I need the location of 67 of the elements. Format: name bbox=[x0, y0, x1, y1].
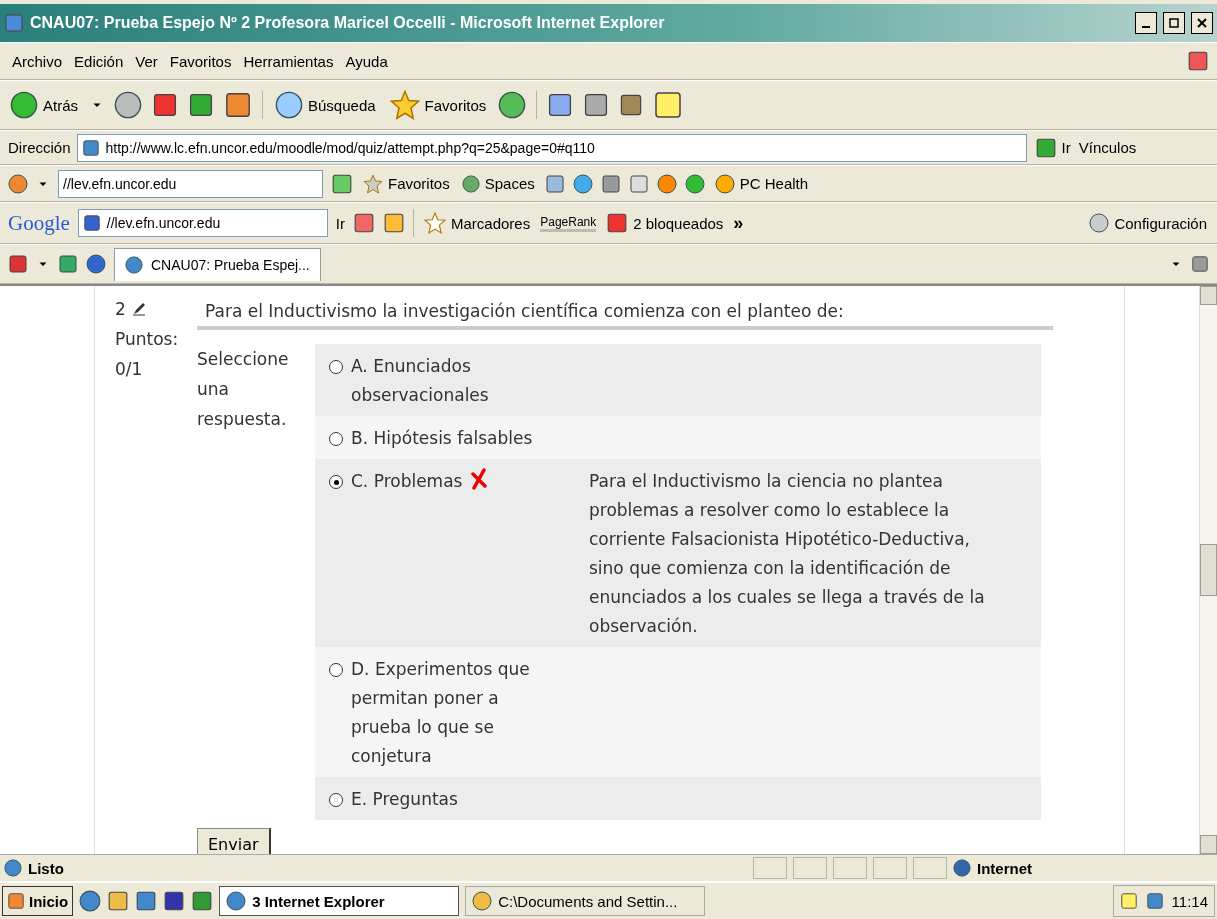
question-prompt: Para el Inductivismo la investigación científica comienza con el planteo de: bbox=[197, 294, 1053, 330]
more-button[interactable]: » bbox=[733, 212, 744, 234]
star-icon bbox=[363, 173, 383, 194]
popup-blocker-button[interactable]: 2 bloqueados bbox=[604, 210, 726, 236]
go-button[interactable]: Ir bbox=[1032, 134, 1073, 161]
menu-item[interactable]: Edición bbox=[70, 50, 128, 72]
answer-option[interactable]: A. Enunciados observacionales bbox=[329, 352, 561, 410]
question-number: 2 bbox=[115, 298, 126, 321]
browser-tab[interactable]: CNAU07: Prueba Espej... bbox=[114, 247, 321, 281]
favorites-button[interactable]: Favoritos bbox=[387, 88, 489, 122]
favorites-button[interactable]: Favoritos bbox=[361, 171, 452, 196]
maximize-button[interactable] bbox=[1163, 12, 1185, 34]
minimize-button[interactable] bbox=[1135, 12, 1157, 34]
pencil-icon bbox=[131, 302, 146, 316]
status-panel bbox=[793, 857, 827, 879]
back-button[interactable]: Atrás bbox=[8, 89, 80, 121]
address-label: Dirección bbox=[8, 139, 71, 156]
status-panel bbox=[913, 857, 947, 879]
clock: 11:14 bbox=[1171, 892, 1208, 910]
square-icon[interactable] bbox=[619, 93, 644, 117]
settings-button[interactable]: Configuración bbox=[1087, 211, 1209, 235]
radio-button[interactable] bbox=[329, 360, 343, 374]
menu-item[interactable]: Archivo bbox=[8, 50, 67, 72]
radio-button[interactable] bbox=[329, 663, 343, 677]
pc-health-button[interactable]: PC Health bbox=[712, 171, 811, 196]
status-panel bbox=[873, 857, 907, 879]
answer-option[interactable]: D. Experimentos que permitan poner a prueba lo que se conjetura bbox=[329, 655, 561, 771]
search-button[interactable]: Búsqueda bbox=[273, 89, 378, 121]
start-button[interactable]: Inicio bbox=[2, 886, 74, 916]
bookmarks-button[interactable]: Marcadores bbox=[422, 210, 533, 236]
menu-item[interactable]: Favoritos bbox=[165, 50, 236, 72]
scrollbar[interactable] bbox=[1199, 286, 1217, 854]
zone-text: Internet bbox=[977, 859, 1032, 877]
spaces-button[interactable]: Spaces bbox=[459, 172, 537, 195]
radio-button[interactable] bbox=[329, 793, 343, 807]
taskbar-button[interactable]: C:\Documents and Settin... bbox=[465, 886, 706, 916]
close-button[interactable] bbox=[1191, 12, 1213, 34]
pagerank-button[interactable]: PageRank bbox=[540, 214, 597, 232]
feedback-text: Para el Inductivismo la ciencia no plantea problemas a resolver como lo establece la corriente Falsacionista Hipotético-Deductiva, sino que comienza con la identificación de enunciados a los cuales se llega a través de la observación. bbox=[588, 470, 986, 638]
star-icon bbox=[389, 90, 420, 120]
go-button[interactable]: Ir bbox=[335, 214, 345, 232]
restore-icon bbox=[1169, 18, 1179, 28]
instruction-text: Seleccione una respuesta. bbox=[197, 348, 290, 431]
google-logo: Google bbox=[8, 210, 70, 236]
menu-item[interactable]: Ver bbox=[131, 50, 162, 72]
menu-item[interactable]: Ayuda bbox=[341, 50, 392, 72]
points-value: 0/1 bbox=[115, 358, 144, 381]
taskbar-button[interactable]: 3 Internet Explorer bbox=[219, 886, 460, 916]
circle-icon bbox=[1089, 213, 1110, 233]
radio-button[interactable] bbox=[329, 432, 343, 446]
address-field[interactable]: http://www.lc.efn.uncor.edu/moodle/mod/quiz/attempt.php?q=25&page=0#q110 bbox=[76, 133, 1027, 162]
links-label[interactable]: Vínculos bbox=[1078, 139, 1137, 156]
answer-option[interactable]: C. Problemas bbox=[329, 467, 561, 641]
menu-item[interactable]: Herramientas bbox=[239, 50, 338, 72]
google-search-field[interactable]: //lev.efn.uncor.edu bbox=[77, 209, 328, 237]
minimize-icon bbox=[1142, 26, 1150, 28]
window-title: CNAU07: Prueba Espejo Nº 2 Profesora Maricel Occelli - Microsoft Internet Explorer bbox=[30, 14, 666, 32]
answer-option[interactable]: B. Hipótesis falsables bbox=[329, 424, 561, 453]
star-icon bbox=[424, 212, 446, 234]
search-field[interactable]: //lev.efn.uncor.edu bbox=[58, 169, 323, 198]
points-label: Puntos: bbox=[115, 328, 180, 351]
answer-option[interactable]: E. Preguntas bbox=[329, 785, 561, 814]
status-text: Listo bbox=[28, 859, 65, 877]
status-panel bbox=[753, 857, 787, 879]
radio-button[interactable] bbox=[329, 475, 343, 489]
submit-button[interactable]: Enviar bbox=[197, 828, 271, 854]
status-panel bbox=[833, 857, 867, 879]
